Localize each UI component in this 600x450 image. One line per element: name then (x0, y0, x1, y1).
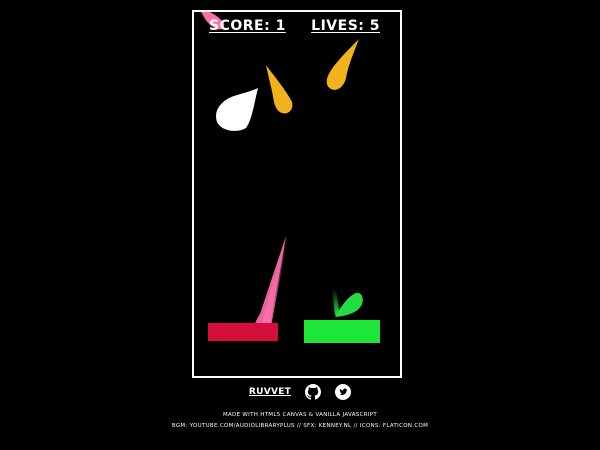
lives-display: LIVES: 5 (311, 18, 380, 34)
made-with-text: MADE WITH HTML5 CANVAS & VANILLA JAVASCR… (222, 412, 378, 418)
twitter-icon[interactable] (335, 384, 352, 400)
footer: RUVVET MADE WITH HTML5 CANVAS & VANILLA … (0, 380, 600, 429)
author-link[interactable]: RUVVET (249, 387, 291, 397)
author-row: RUVVET (0, 384, 600, 400)
github-icon[interactable] (305, 384, 322, 400)
game-canvas[interactable]: SCORE: 1 LIVES: 5 (192, 10, 402, 378)
playfield (201, 12, 380, 343)
credits-text: BGM: YOUTUBE.COM/AUDIOLIBRARYPLUS // SFX… (171, 423, 429, 429)
stage: SCORE: 1 LIVES: 5 RUVVET MADE WITH HTML5… (0, 0, 600, 450)
red-bucket (208, 323, 278, 341)
green-drop (332, 289, 363, 317)
white-drop (216, 88, 258, 131)
score-display: SCORE: 1 (209, 18, 286, 34)
yellow-drop (266, 65, 293, 114)
yellow-drop (326, 39, 359, 90)
green-bucket[interactable] (304, 320, 380, 343)
